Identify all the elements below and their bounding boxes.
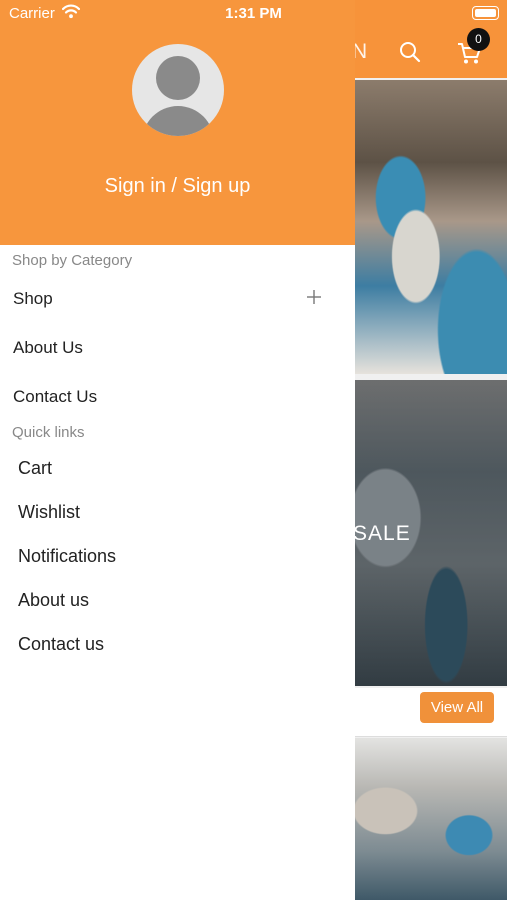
menu-item-shop[interactable]: Shop xyxy=(13,289,53,309)
quick-link-about-us[interactable]: About us xyxy=(18,590,89,611)
quick-links-heading: Quick links xyxy=(12,424,85,441)
quick-link-contact-us[interactable]: Contact us xyxy=(18,634,104,655)
shop-by-category-heading: Shop by Category xyxy=(12,252,133,269)
search-icon[interactable] xyxy=(399,41,421,63)
drawer-header: Sign in / Sign up xyxy=(0,0,355,245)
quick-link-wishlist[interactable]: Wishlist xyxy=(18,502,80,523)
avatar-icon[interactable] xyxy=(132,44,224,136)
banner-image-top[interactable] xyxy=(355,80,507,374)
view-all-button[interactable]: View All xyxy=(420,692,494,723)
side-drawer: Sign in / Sign up Shop by Category Shop … xyxy=(0,0,355,900)
quick-link-notifications[interactable]: Notifications xyxy=(18,546,116,567)
status-time: 1:31 PM xyxy=(225,5,282,22)
plus-icon[interactable] xyxy=(305,288,323,306)
cart-count-badge: 0 xyxy=(467,28,490,51)
battery-icon xyxy=(472,6,499,20)
sign-in-link[interactable]: Sign in / Sign up xyxy=(0,175,355,198)
quick-link-cart[interactable]: Cart xyxy=(18,458,52,479)
avatar-body xyxy=(142,106,214,136)
avatar-head xyxy=(156,56,200,100)
sale-banner-image[interactable]: SALE xyxy=(355,380,507,686)
menu-item-contact-us[interactable]: Contact Us xyxy=(13,387,97,407)
sale-banner-text: SALE xyxy=(355,522,411,545)
product-image[interactable] xyxy=(355,738,507,900)
status-bar: Carrier 1:31 PM xyxy=(0,0,507,28)
menu-item-about-us[interactable]: About Us xyxy=(13,338,83,358)
